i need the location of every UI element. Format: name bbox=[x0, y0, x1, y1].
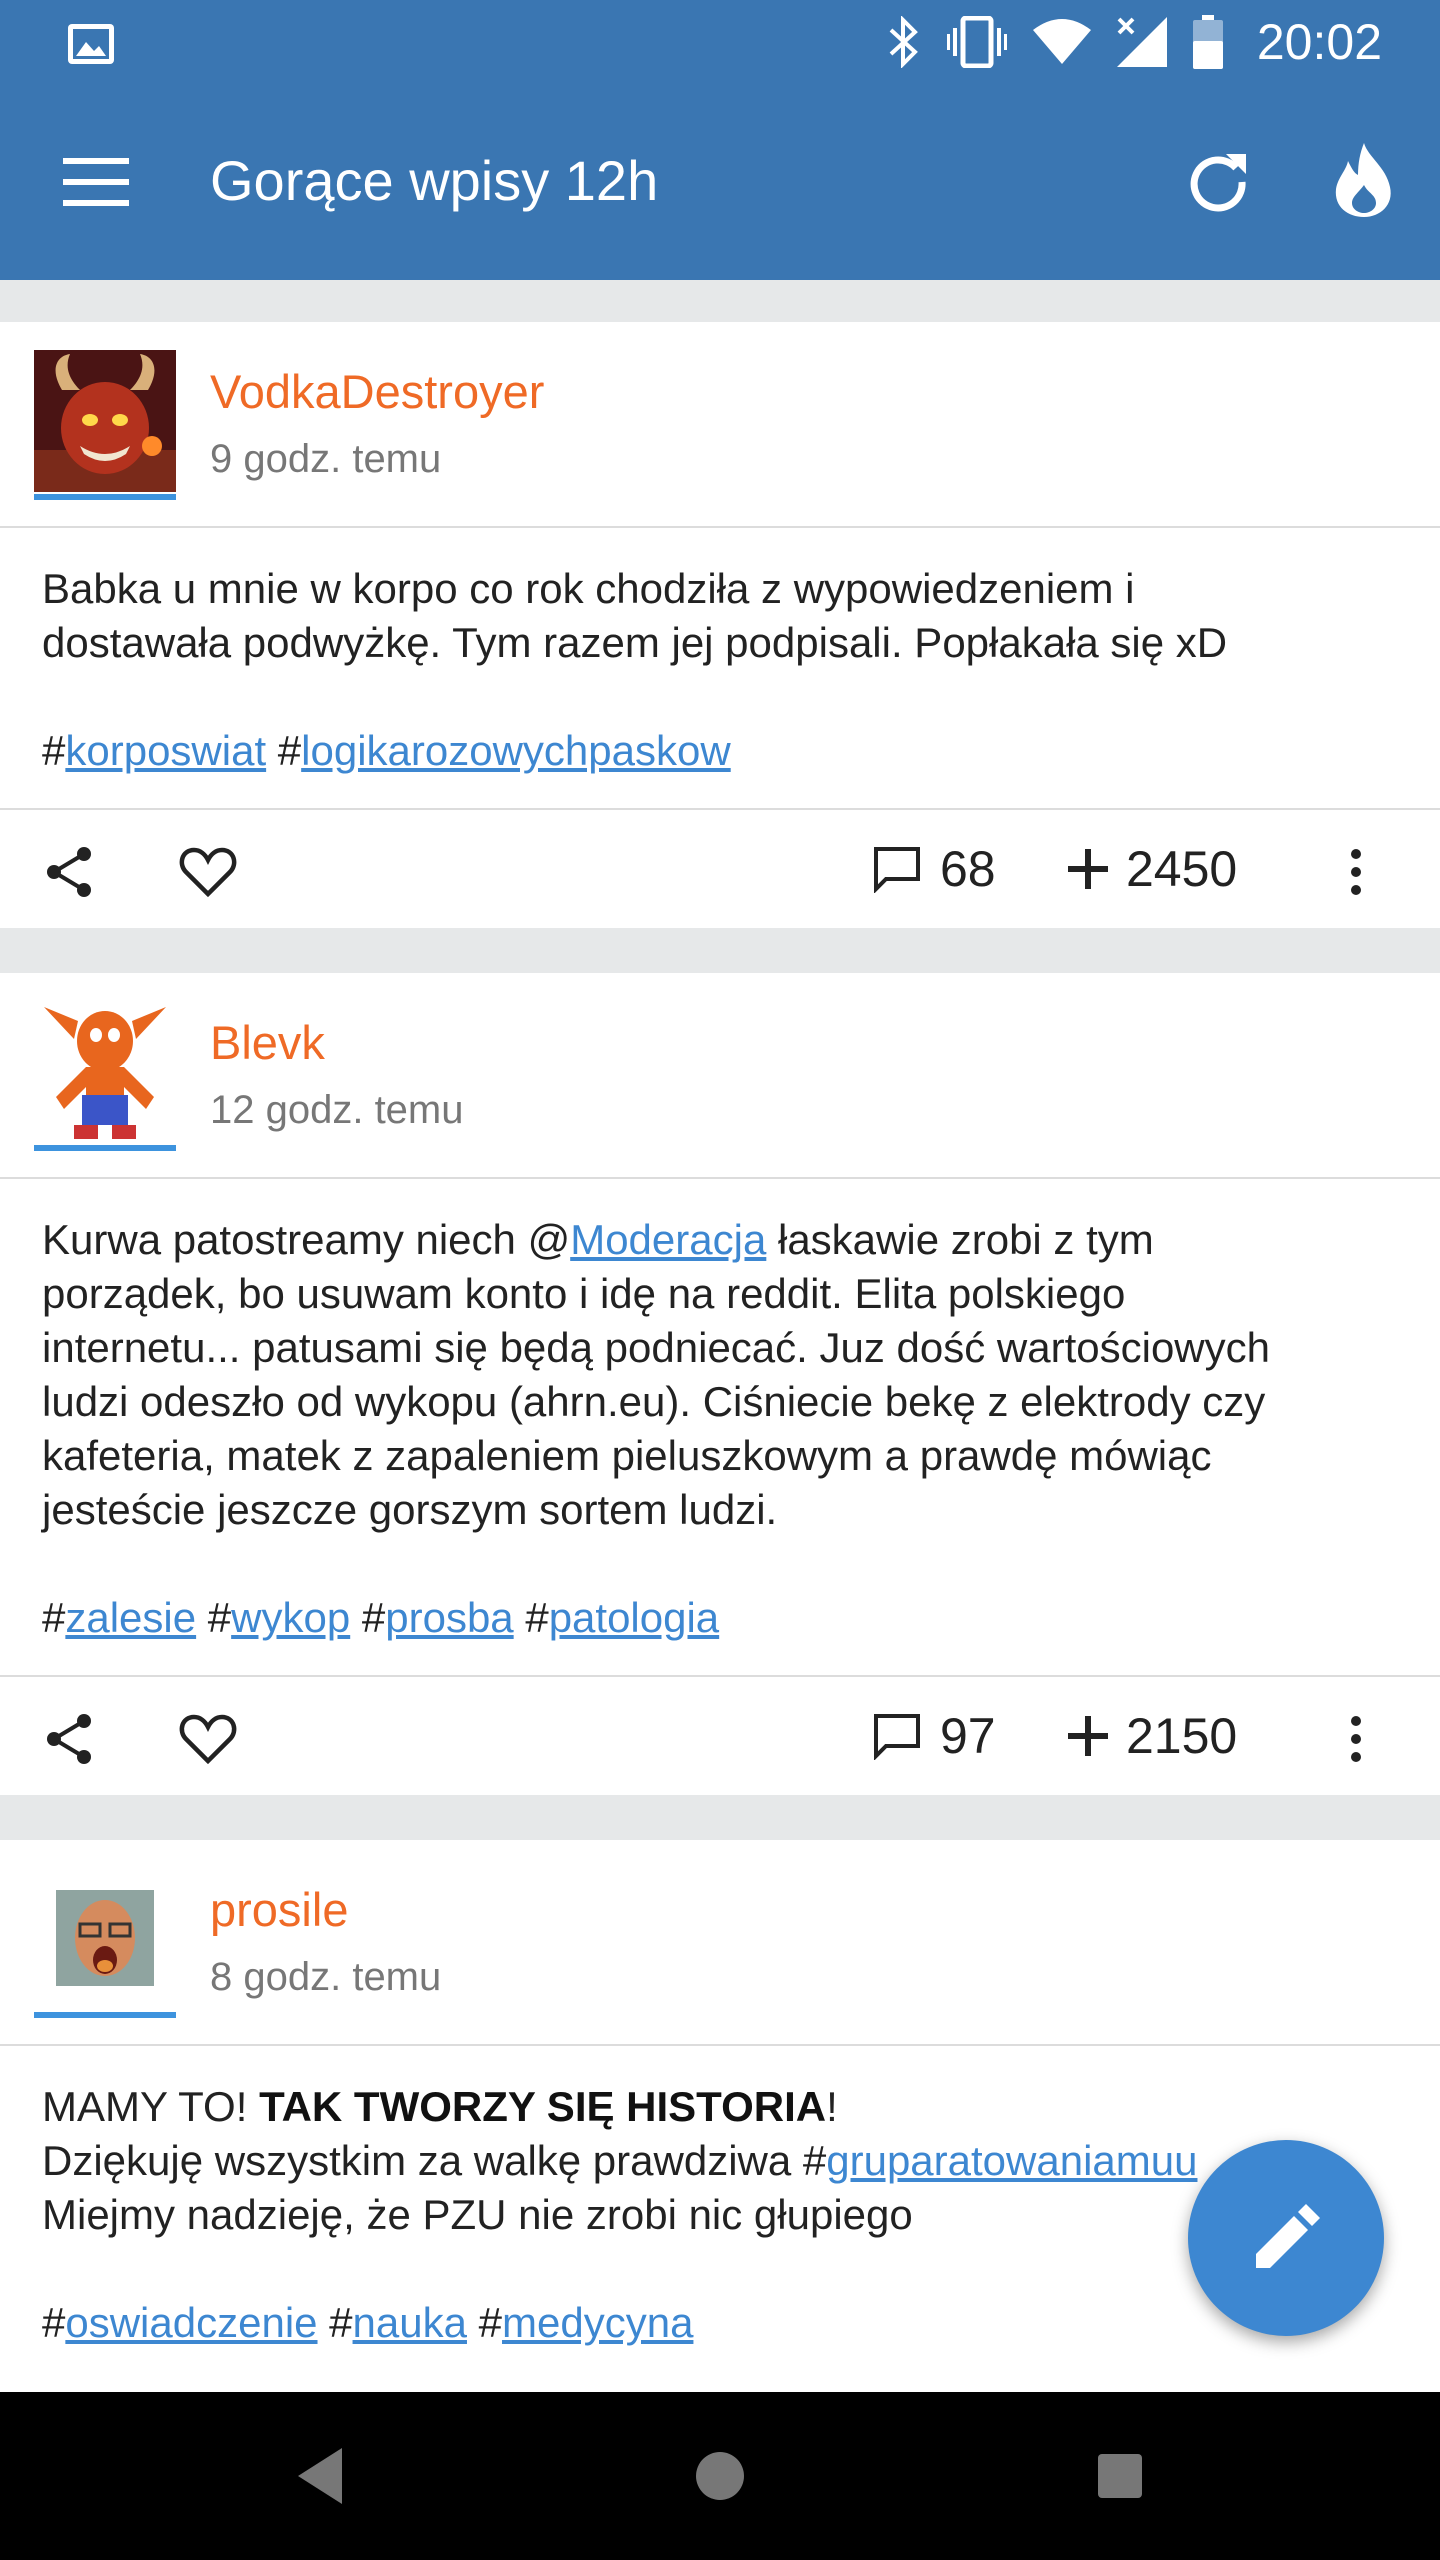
bluetooth-icon bbox=[889, 16, 918, 68]
post-tags: #korposwiat #logikarozowychpaskow bbox=[42, 727, 731, 774]
post-actions: 68 2450 bbox=[0, 810, 1440, 928]
tag-link[interactable]: zalesie bbox=[65, 1594, 196, 1641]
post-tags: #zalesie #wykop #prosba #patologia bbox=[42, 1594, 720, 1641]
tag-link[interactable]: prosba bbox=[385, 1594, 513, 1641]
heart-icon[interactable] bbox=[178, 1709, 238, 1769]
share-icon[interactable] bbox=[40, 1709, 100, 1769]
comments-button[interactable]: 68 bbox=[872, 836, 996, 902]
vote-count: 2450 bbox=[1126, 841, 1238, 897]
tag-link[interactable]: nauka bbox=[353, 2299, 467, 2346]
post-header: VodkaDestroyer 9 godz. temu bbox=[0, 322, 1440, 528]
post-time: 12 godz. temu bbox=[210, 1088, 464, 1132]
comment-icon bbox=[874, 847, 920, 893]
post-body: Kurwa patostreamy niech @Moderacja łaska… bbox=[0, 1179, 1440, 1677]
post-author[interactable]: prosile bbox=[210, 1882, 348, 1938]
vibrate-icon bbox=[946, 16, 1007, 68]
tag-link[interactable]: medycyna bbox=[502, 2299, 693, 2346]
mention-link[interactable]: Moderacja bbox=[570, 1216, 766, 1263]
post-author[interactable]: Blevk bbox=[210, 1015, 325, 1071]
tag-link[interactable]: logikarozowychpaskow bbox=[301, 727, 731, 774]
page-title: Gorące wpisy 12h bbox=[210, 149, 659, 212]
tag-link[interactable]: korposwiat bbox=[65, 727, 266, 774]
back-icon[interactable] bbox=[294, 2444, 346, 2508]
avatar-underline bbox=[34, 494, 176, 500]
tag-link[interactable]: gruparatowaniamuu bbox=[826, 2137, 1197, 2184]
pencil-icon bbox=[1256, 2204, 1320, 2268]
more-vert-icon[interactable] bbox=[1326, 1709, 1386, 1769]
avatar[interactable] bbox=[34, 350, 176, 492]
share-icon[interactable] bbox=[40, 842, 100, 902]
new-post-button[interactable] bbox=[1188, 2140, 1384, 2336]
post-card: VodkaDestroyer 9 godz. temu Babka u mnie… bbox=[0, 322, 1440, 928]
wifi-icon bbox=[1032, 19, 1091, 64]
app-bar: Gorące wpisy 12h bbox=[0, 84, 1440, 280]
navigation-bar bbox=[0, 2392, 1440, 2560]
tag-link[interactable]: wykop bbox=[231, 1594, 350, 1641]
post-text-line: porządek, bo usuwam konto i idę na reddi… bbox=[42, 1270, 1126, 1317]
comment-icon bbox=[874, 1714, 920, 1760]
comments-button[interactable]: 97 bbox=[872, 1703, 996, 1769]
avatar-underline bbox=[34, 2012, 176, 2018]
recents-icon[interactable] bbox=[1094, 2444, 1146, 2508]
status-time: 20:02 bbox=[1256, 14, 1382, 70]
flame-icon bbox=[1335, 143, 1391, 217]
tag-link[interactable]: patologia bbox=[549, 1594, 719, 1641]
vote-button[interactable]: 2150 bbox=[1068, 1703, 1237, 1769]
post-time: 8 godz. temu bbox=[210, 1955, 442, 1999]
status-bar: 20:02 bbox=[0, 0, 1440, 84]
image-icon bbox=[68, 24, 114, 64]
post-text-line: Babka u mnie w korpo co rok chodziła z w… bbox=[42, 565, 1135, 612]
menu-icon bbox=[63, 158, 129, 206]
post-text-line: Kurwa patostreamy niech @Moderacja łaska… bbox=[42, 1216, 1154, 1263]
avatar-underline bbox=[34, 1145, 176, 1151]
refresh-button[interactable] bbox=[1176, 138, 1260, 222]
post-time: 9 godz. temu bbox=[210, 437, 442, 481]
comment-count: 97 bbox=[940, 1708, 996, 1764]
avatar[interactable] bbox=[34, 1001, 176, 1143]
post-header: Blevk 12 godz. temu bbox=[0, 973, 1440, 1179]
vote-button[interactable]: 2450 bbox=[1068, 836, 1237, 902]
heart-icon[interactable] bbox=[178, 842, 238, 902]
post-text-line: internetu... patusami się będą podniecać… bbox=[42, 1324, 1270, 1371]
post-text-line: kafeteria, matek z zapaleniem pieluszkow… bbox=[42, 1432, 1212, 1479]
vote-count: 2150 bbox=[1126, 1708, 1238, 1764]
post-text-line: ludzi odeszło od wykopu (ahrn.eu). Ciśni… bbox=[42, 1378, 1266, 1425]
tag-link[interactable]: oswiadczenie bbox=[65, 2299, 317, 2346]
post-text-line: Dziękuję wszystkim za walkę prawdziwa #g… bbox=[42, 2137, 1198, 2184]
hot-button[interactable] bbox=[1322, 134, 1406, 226]
post-text-line: dostawała podwyżkę. Tym razem jej podpis… bbox=[42, 619, 1228, 666]
plus-icon bbox=[1068, 849, 1108, 889]
post-tags: #oswiadczenie #nauka #medycyna bbox=[42, 2299, 694, 2346]
post-text-line: jesteście jeszcze gorszym sortem ludzi. bbox=[42, 1486, 778, 1533]
post-card: Blevk 12 godz. temu Kurwa patostreamy ni… bbox=[0, 973, 1440, 1795]
home-icon[interactable] bbox=[694, 2444, 746, 2508]
post-actions: 97 2150 bbox=[0, 1677, 1440, 1795]
menu-button[interactable] bbox=[54, 140, 138, 224]
post-author[interactable]: VodkaDestroyer bbox=[210, 364, 544, 420]
battery-icon bbox=[1192, 15, 1223, 69]
post-header: prosile 8 godz. temu bbox=[0, 1840, 1440, 2046]
plus-icon bbox=[1068, 1716, 1108, 1756]
more-vert-icon[interactable] bbox=[1326, 842, 1386, 902]
avatar[interactable] bbox=[34, 1868, 176, 2010]
post-text-line: MAMY TO! TAK TWORZY SIĘ HISTORIA! bbox=[42, 2083, 838, 2130]
post-body: Babka u mnie w korpo co rok chodziła z w… bbox=[0, 528, 1440, 810]
comment-count: 68 bbox=[940, 841, 996, 897]
cell-signal-icon bbox=[1116, 17, 1167, 67]
refresh-icon bbox=[1190, 154, 1246, 212]
